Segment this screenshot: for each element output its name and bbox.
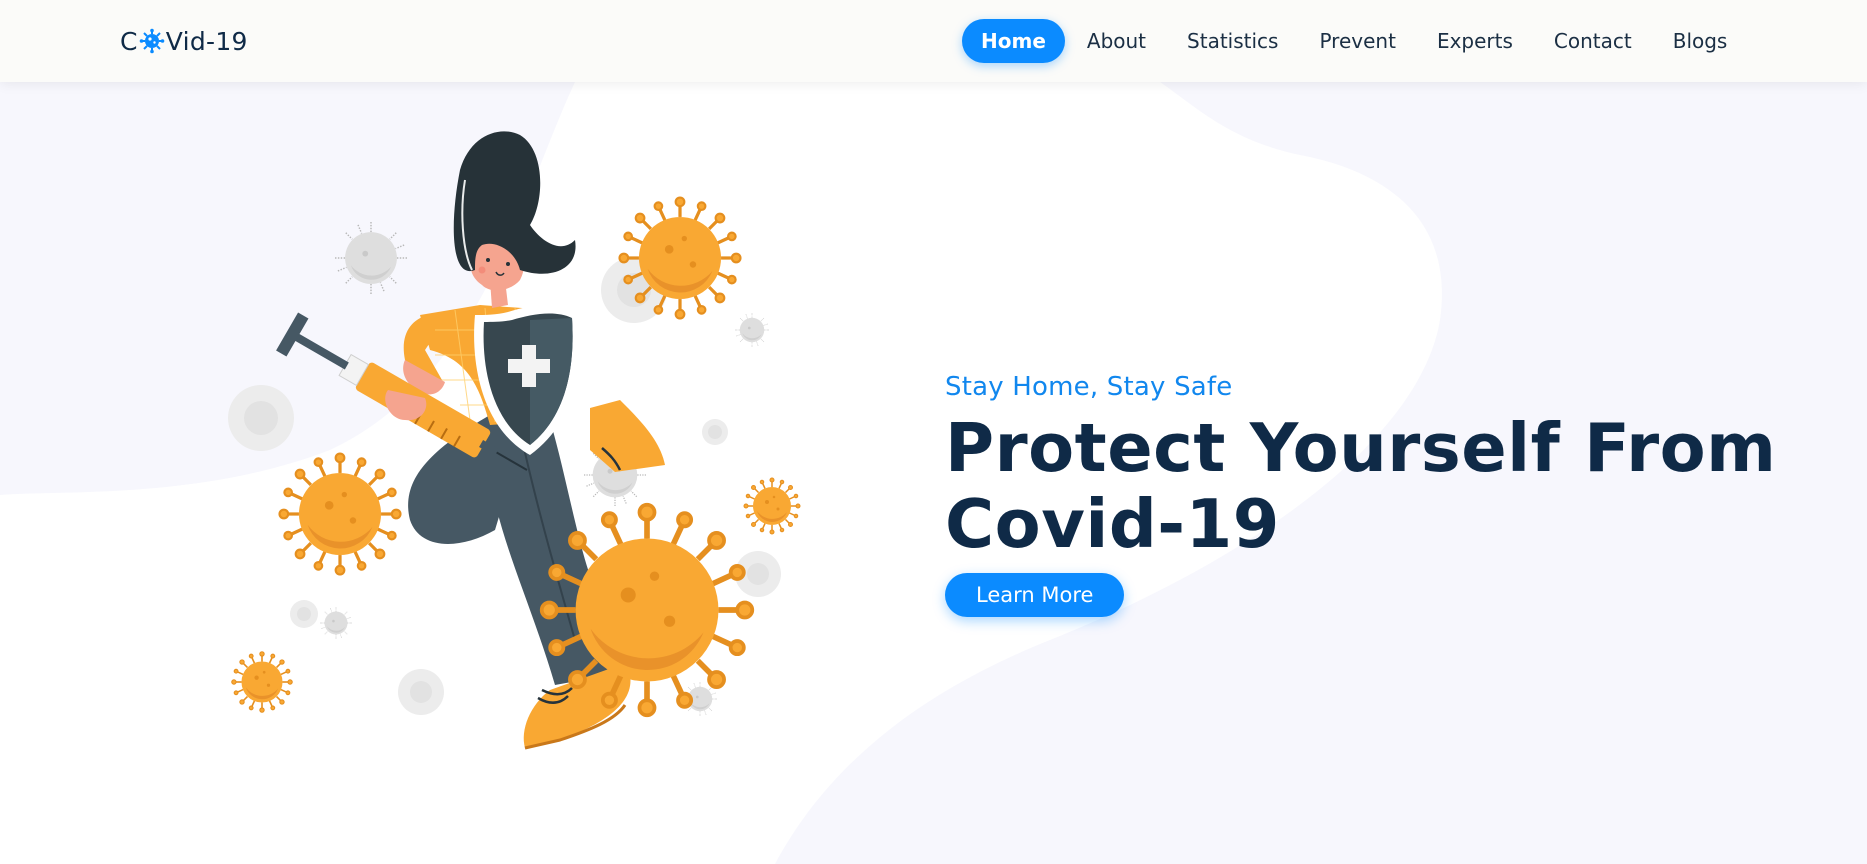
- brand-logo[interactable]: C Vid-19: [120, 24, 248, 58]
- nav-contact[interactable]: Contact: [1535, 19, 1651, 63]
- nav-home[interactable]: Home: [962, 19, 1065, 63]
- hero-headline-line2: Covid-19: [945, 485, 1280, 563]
- hero-content: Stay Home, Stay Safe Protect Yourself Fr…: [945, 370, 1825, 617]
- virus-icon: [139, 28, 165, 54]
- hero-tagline: Stay Home, Stay Safe: [945, 372, 1233, 402]
- brand-prefix: C: [120, 26, 138, 56]
- hero-headline: Protect Yourself From Covid-19: [945, 410, 1825, 562]
- nav-experts[interactable]: Experts: [1418, 19, 1532, 63]
- nav-about[interactable]: About: [1068, 19, 1165, 63]
- nav-blogs[interactable]: Blogs: [1654, 19, 1747, 63]
- nav-prevent[interactable]: Prevent: [1300, 19, 1414, 63]
- hero-headline-line1: Protect Yourself From: [945, 409, 1777, 487]
- main-nav: Home About Statistics Prevent Experts Co…: [962, 19, 1749, 63]
- hero-illustration: [228, 131, 801, 750]
- brand-suffix: Vid-19: [165, 26, 248, 56]
- learn-more-button[interactable]: Learn More: [945, 573, 1125, 617]
- nav-statistics[interactable]: Statistics: [1168, 19, 1297, 63]
- navbar: C Vid-19 Home About Statistics Prevent E…: [0, 0, 1867, 82]
